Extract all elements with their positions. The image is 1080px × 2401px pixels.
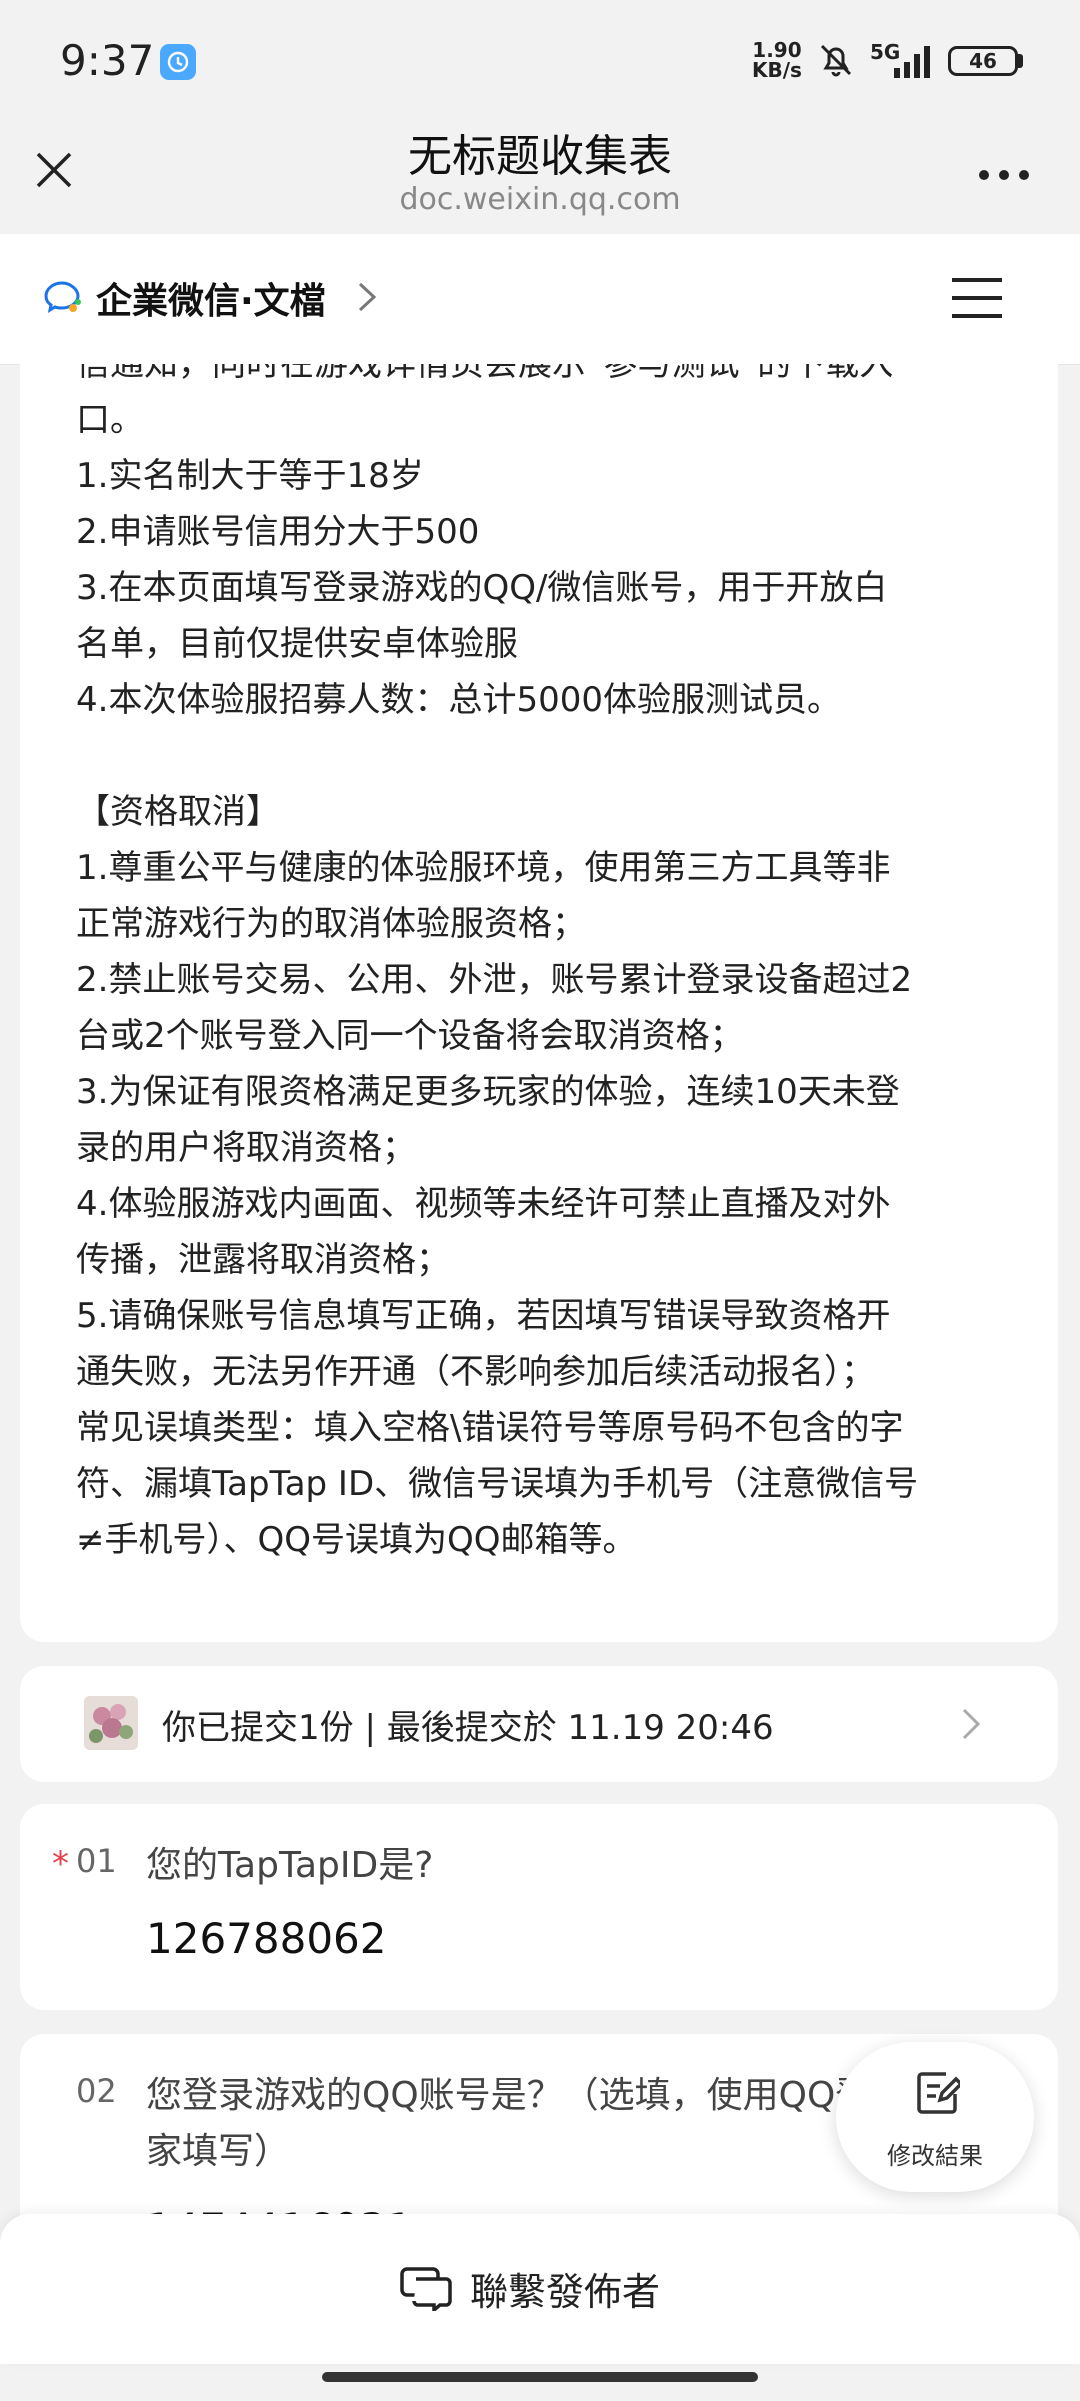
desc-line: 4.本次体验服招募人数：总计5000体验服测试员。 xyxy=(76,680,841,720)
question-answer: 126788062 xyxy=(146,1914,387,1963)
desc-heading: 【资格取消】 xyxy=(76,792,280,832)
net-speed: 1.90 KB/s xyxy=(752,38,802,82)
desc-line: 5.请确保账号信息填写正确，若因填写错误导致资格开 xyxy=(76,1296,891,1336)
hamburger-menu-icon[interactable] xyxy=(950,274,1004,322)
page-domain: doc.weixin.qq.com xyxy=(399,182,681,217)
desc-line: 3.为保证有限资格满足更多玩家的体验，连续10天未登 xyxy=(76,1072,900,1112)
page-title: 无标题收集表 xyxy=(408,131,672,182)
chat-bubbles-icon xyxy=(400,2267,452,2311)
desc-line: 4.体验服游戏内画面、视频等未经许可禁止直播及对外 xyxy=(76,1184,891,1224)
contact-publisher-button[interactable]: 聯繫發佈者 xyxy=(400,2258,660,2318)
desc-line: 信通知，同时在游戏详情页会展示“参与测试”的下载入 xyxy=(76,364,894,384)
edit-icon xyxy=(917,2072,960,2114)
desc-line xyxy=(76,728,1026,784)
battery-tip xyxy=(1018,54,1023,68)
desc-line: 3.在本页面填写登录游戏的QQ/微信账号，用于开放白 xyxy=(76,568,888,608)
desc-line: 1.尊重公平与健康的体验服环境，使用第三方工具等非 xyxy=(76,848,891,888)
submission-status-row[interactable]: 你已提交1份 | 最後提交於 11.19 20:46 xyxy=(20,1666,1058,1782)
question-number: 01 xyxy=(76,1842,117,1880)
submission-info: 你已提交1份 | 最後提交於 11.19 20:46 xyxy=(162,1708,774,1748)
form-description-card: 信通知，同时在游戏详情页会展示“参与测试”的下载入 口。 1.实名制大于等于18… xyxy=(20,364,1058,1642)
chevron-right-icon xyxy=(962,1708,981,1740)
desc-line: 传播，泄露将取消资格； xyxy=(76,1240,450,1280)
webview-header: 无标题收集表 doc.weixin.qq.com xyxy=(0,120,1080,234)
brand-bar: 企業微信·文檔 xyxy=(0,234,1080,365)
wecom-logo-icon[interactable] xyxy=(42,278,82,318)
desc-line: 名单，目前仅提供安卓体验服 xyxy=(76,624,518,664)
more-options-button[interactable] xyxy=(972,150,1036,200)
chevron-right-icon[interactable] xyxy=(356,280,378,314)
edit-result-button[interactable]: 修改結果 xyxy=(836,2042,1034,2192)
close-icon xyxy=(36,152,72,188)
battery-level: 46 xyxy=(969,49,997,73)
desc-line: 2.禁止账号交易、公用、外泄，账号累计登录设备超过2 xyxy=(76,960,913,1000)
notification-app-icon xyxy=(160,44,196,80)
question-title: 您的TapTapID是? xyxy=(146,1845,434,1886)
more-dots-icon xyxy=(979,170,1029,180)
avatar xyxy=(84,1696,138,1750)
question-number: 02 xyxy=(76,2072,117,2110)
question-card-01: * 01 您的TapTapID是? 126788062 xyxy=(20,1804,1058,2010)
form-description: 信通知，同时在游戏详情页会展示“参与测试”的下载入 口。 1.实名制大于等于18… xyxy=(76,364,1026,1568)
desc-line: 口。 xyxy=(76,400,144,440)
signal-icon xyxy=(894,46,930,78)
brand-name[interactable]: 企業微信·文檔 xyxy=(96,272,326,324)
desc-line: 1.实名制大于等于18岁 xyxy=(76,456,424,496)
battery-icon: 46 xyxy=(948,46,1018,76)
desc-line: ≠手机号）、QQ号误填为QQ邮箱等。 xyxy=(76,1520,637,1560)
desc-line: 台或2个账号登入同一个设备将会取消资格； xyxy=(76,1016,744,1056)
required-mark: * xyxy=(52,1844,69,1884)
bottom-bar: 聯繫發佈者 xyxy=(0,2214,1080,2364)
desc-line: 常见误填类型：填入空格\错误符号等原号码不包含的字 xyxy=(76,1408,904,1448)
close-button[interactable] xyxy=(22,138,86,202)
status-bar: 9:37 1.90 KB/s 5G 46 xyxy=(0,0,1080,120)
desc-line: 通失败，无法另作开通（不影响参加后续活动报名）； xyxy=(76,1352,875,1392)
contact-publisher-label: 聯繫發佈者 xyxy=(470,2269,661,2314)
desc-line: 2.申请账号信用分大于500 xyxy=(76,512,480,552)
home-indicator[interactable] xyxy=(322,2372,758,2382)
desc-line: 正常游戏行为的取消体验服资格； xyxy=(76,904,586,944)
edit-result-label: 修改結果 xyxy=(887,2142,983,2170)
desc-line: 录的用户将取消资格； xyxy=(76,1128,416,1168)
status-time: 9:37 xyxy=(60,36,155,85)
bell-muted-icon xyxy=(820,44,852,77)
desc-line: 符、漏填TapTap ID、微信号误填为手机号（注意微信号 xyxy=(76,1464,919,1504)
